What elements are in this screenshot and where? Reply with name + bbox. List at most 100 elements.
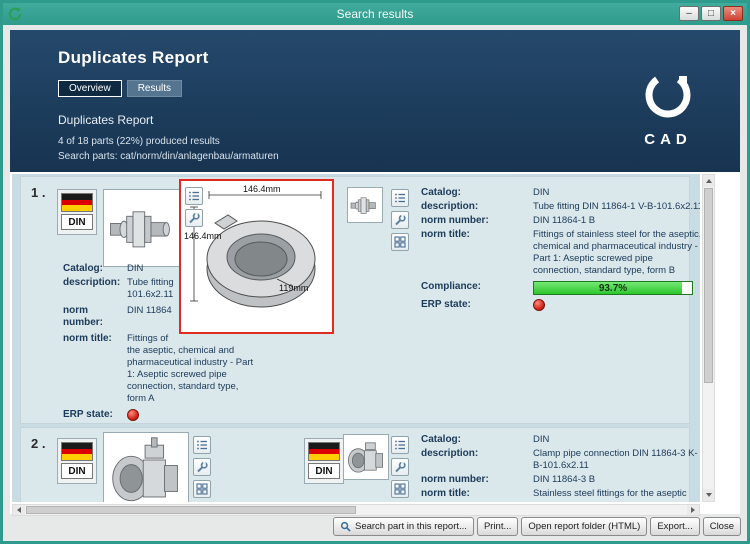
- clamp-fitting-image: [112, 437, 178, 502]
- catalog-badge-label: DIN: [61, 214, 93, 230]
- search-part-button-label: Search part in this report...: [354, 521, 467, 532]
- norm-number-label: norm number:: [421, 215, 489, 226]
- tools-button[interactable]: [193, 458, 211, 476]
- dimension-depth: 119mm: [279, 283, 309, 293]
- tab-overview[interactable]: Overview: [58, 80, 122, 97]
- cadenas-logo: CAD: [632, 70, 704, 148]
- arrow-down-icon: [705, 493, 712, 500]
- result-index: 1 .: [31, 185, 46, 200]
- minimize-button[interactable]: –: [679, 6, 699, 21]
- description-value: Tube fitting DIN 11864-1 V-B-101.6x2.11: [533, 201, 700, 212]
- part-thumbnail-small[interactable]: [347, 187, 383, 223]
- tools-button[interactable]: [391, 211, 409, 229]
- norm-number-label: norm number:: [63, 305, 103, 328]
- search-results-window: Search results – □ × Duplicates Report O…: [0, 0, 750, 544]
- clamp-fitting-image-small: [348, 442, 383, 473]
- arrow-right-icon: [691, 507, 698, 513]
- compliance-label: Compliance:: [421, 281, 482, 292]
- result-entry-1: 1 . DIN 146.4mm 146.4mm 119mm Catalog: D…: [20, 176, 700, 424]
- part-thumbnail-small[interactable]: [343, 434, 389, 480]
- norm-title-value: Stainless steel fittings for the aseptic: [533, 488, 687, 499]
- arrow-left-icon: [14, 507, 21, 513]
- norm-title-label: norm title:: [63, 333, 112, 344]
- german-flag-icon: [61, 193, 93, 212]
- part-thumbnail[interactable]: [103, 432, 189, 502]
- export-button[interactable]: Export...: [650, 517, 700, 536]
- grid-icon: [394, 236, 406, 248]
- details-list-button[interactable]: [391, 436, 409, 454]
- wrench-icon: [189, 212, 200, 224]
- vertical-scroll-thumb[interactable]: [704, 188, 713, 383]
- result-entry-2: 2 . DIN DIN Catalog: DIN description: Cl…: [20, 427, 698, 502]
- tab-results[interactable]: Results: [126, 80, 183, 97]
- compare-grid-button[interactable]: [193, 480, 211, 498]
- details-list-button[interactable]: [193, 436, 211, 454]
- norm-title-value: Fittings of stainless steel for the asep…: [533, 229, 700, 276]
- part-tool-buttons: [193, 436, 211, 498]
- close-icon[interactable]: ×: [723, 6, 743, 21]
- description-label: description:: [421, 448, 479, 459]
- arrow-up-icon: [705, 176, 712, 183]
- part-thumbnail[interactable]: [103, 189, 181, 267]
- list-icon: [395, 193, 405, 203]
- grid-icon: [196, 483, 208, 495]
- catalog-badge-label: DIN: [308, 463, 340, 479]
- scroll-up-button[interactable]: [703, 175, 714, 187]
- search-part-button[interactable]: Search part in this report...: [332, 517, 474, 536]
- tabs: Overview Results: [58, 80, 183, 97]
- titlebar[interactable]: Search results – □ ×: [3, 3, 747, 25]
- wrench-icon: [197, 461, 208, 473]
- details-list-button[interactable]: [391, 189, 409, 207]
- compare-grid-button[interactable]: [391, 233, 409, 251]
- export-button-label: Export...: [657, 521, 693, 532]
- description-value: Clamp pipe connection DIN 11864-3 K-B-10…: [533, 448, 698, 471]
- footer-button-bar: Search part in this report... Print... O…: [3, 514, 747, 539]
- part-tool-buttons: [185, 187, 203, 227]
- cadenas-logo-text: CAD: [644, 131, 692, 148]
- tools-button[interactable]: [391, 458, 409, 476]
- maximize-button[interactable]: □: [701, 6, 721, 21]
- print-button[interactable]: Print...: [476, 517, 519, 536]
- cadenas-logo-ring-icon: [645, 72, 691, 118]
- close-button-label: Close: [709, 521, 734, 532]
- report-content: 1 . DIN 146.4mm 146.4mm 119mm Catalog: D…: [10, 172, 740, 516]
- print-button-label: Print...: [483, 521, 512, 532]
- result-summary: 4 of 18 parts (22%) produced results: [58, 136, 220, 147]
- tools-button[interactable]: [185, 209, 203, 227]
- norm-number-value: DIN 11864-1 B: [533, 215, 596, 226]
- result-index: 2 .: [31, 436, 46, 451]
- norm-title-label: norm title:: [421, 229, 470, 240]
- horizontal-scroll-thumb[interactable]: [26, 506, 356, 514]
- compare-grid-button[interactable]: [391, 480, 409, 498]
- wrench-icon: [395, 461, 406, 473]
- open-report-folder-label: Open report folder (HTML): [528, 521, 641, 532]
- report-panel: Duplicates Report Overview Results Dupli…: [10, 30, 740, 516]
- details-list-button[interactable]: [185, 187, 203, 205]
- norm-title-label: norm title:: [421, 488, 470, 499]
- part-tool-buttons: [391, 436, 409, 498]
- page-title: Duplicates Report: [58, 48, 209, 67]
- catalog-label: Catalog:: [421, 187, 461, 198]
- results-viewport: 1 . DIN 146.4mm 146.4mm 119mm Catalog: D…: [12, 174, 700, 502]
- description-label: description:: [421, 201, 479, 212]
- scroll-down-button[interactable]: [703, 489, 714, 501]
- pipe-fitting-image-small: [350, 197, 376, 214]
- catalog-flag-badge: DIN: [57, 189, 97, 235]
- open-report-folder-button[interactable]: Open report folder (HTML): [521, 517, 648, 536]
- compliance-value: 93.7%: [598, 283, 628, 294]
- grid-icon: [394, 483, 406, 495]
- erp-state-indicator: [533, 299, 545, 311]
- dimension-width: 146.4mm: [243, 184, 281, 194]
- norm-number-value: DIN 11864-3 B: [533, 474, 596, 485]
- catalog-label: Catalog:: [63, 263, 103, 274]
- norm-title-value: Fittings of the aseptic, chemical and ph…: [127, 333, 254, 404]
- catalog-value: DIN: [533, 434, 550, 445]
- search-icon: [340, 521, 351, 532]
- vertical-scrollbar[interactable]: [702, 174, 715, 502]
- dimension-height: 146.4mm: [184, 231, 222, 241]
- catalog-flag-badge: DIN: [304, 438, 344, 484]
- search-parts-path: Search parts: cat/norm/din/anlagenbau/ar…: [58, 151, 279, 162]
- german-flag-icon: [308, 442, 340, 461]
- close-dialog-button[interactable]: Close: [702, 517, 741, 536]
- german-flag-icon: [61, 442, 93, 461]
